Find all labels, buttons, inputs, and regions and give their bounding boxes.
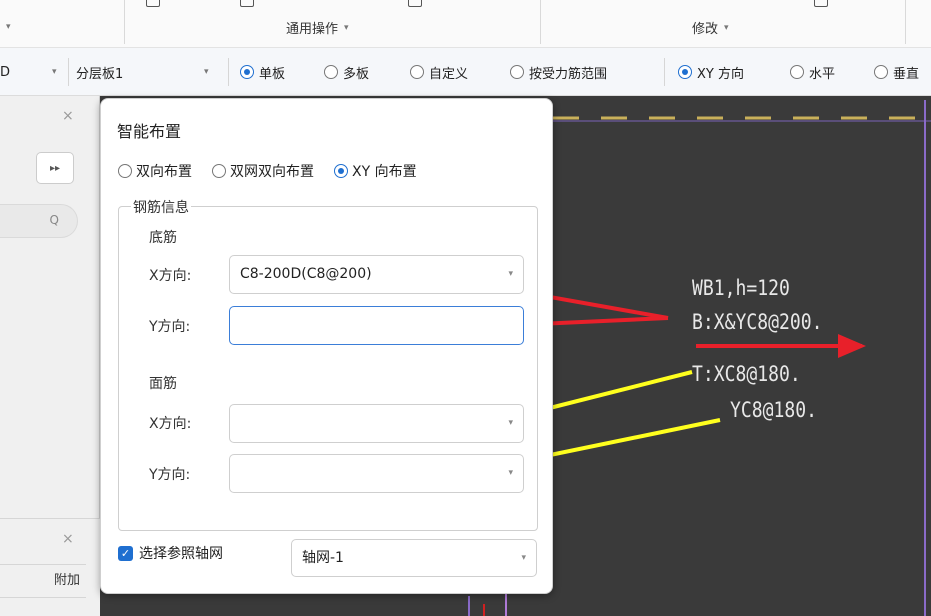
chevron-down-icon: ▾: [508, 418, 513, 428]
checkbox-checked-icon: ✓: [118, 545, 133, 561]
radio-double-net-bidirectional[interactable]: 双网双向布置: [212, 161, 314, 181]
chevron-down-icon: ▾: [508, 269, 513, 279]
top-rebar-heading: 面筋: [149, 376, 177, 392]
red-arrow: [696, 334, 866, 358]
radio-dot: [334, 164, 348, 178]
bottom-x-value: C8-200D(C8@200): [240, 266, 372, 282]
chevron-down-icon: ▾: [521, 553, 526, 563]
radio-dot: [212, 164, 226, 178]
bottom-x-combo[interactable]: C8-200D(C8@200) ▾: [229, 255, 524, 294]
radio-bidirectional[interactable]: 双向布置: [118, 161, 192, 181]
rebar-info-group: 钢筋信息 底筋 X方向: C8-200D(C8@200) ▾ Y方向: 面筋 X…: [118, 197, 538, 531]
layout-mode-radio-group: 双向布置 双网双向布置 XY 向布置: [118, 161, 417, 181]
bottom-y-label: Y方向:: [149, 319, 191, 335]
chevron-down-icon: ▾: [508, 468, 513, 478]
radio-xy-layout[interactable]: XY 向布置: [334, 161, 417, 181]
bottom-x-label: X方向:: [149, 268, 192, 284]
top-x-combo[interactable]: ▾: [229, 404, 524, 443]
bottom-rebar-heading: 底筋: [149, 230, 177, 246]
ref-grid-checkbox[interactable]: ✓ 选择参照轴网: [118, 543, 223, 563]
rebar-info-legend: 钢筋信息: [131, 197, 191, 217]
dialog-title: 智能布置: [117, 122, 182, 141]
top-y-label: Y方向:: [149, 467, 191, 483]
ref-grid-combo[interactable]: 轴网-1 ▾: [291, 539, 537, 577]
ref-grid-label: 选择参照轴网: [139, 546, 223, 562]
bottom-y-combo[interactable]: [229, 306, 524, 345]
smart-layout-dialog: 智能布置 双向布置 双网双向布置 XY 向布置 钢筋信息 底筋 X方向: C8-…: [100, 98, 553, 594]
radio-dot: [118, 164, 132, 178]
top-y-combo[interactable]: ▾: [229, 454, 524, 493]
top-x-label: X方向:: [149, 416, 192, 432]
ref-grid-value: 轴网-1: [302, 550, 344, 566]
